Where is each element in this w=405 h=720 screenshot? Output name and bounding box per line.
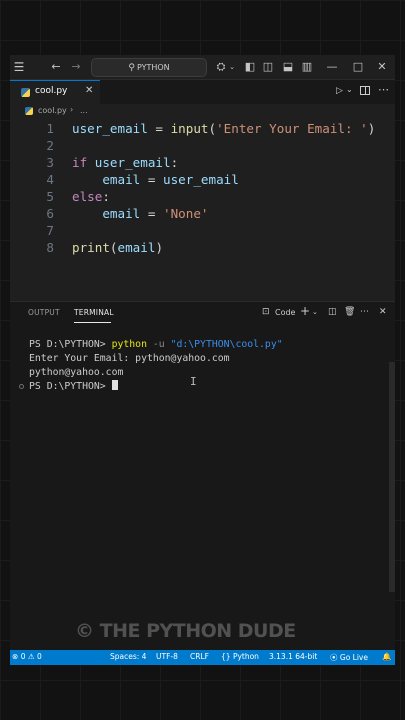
customize-layout-icon[interactable]: ▥ bbox=[301, 59, 313, 75]
indentation-indicator[interactable]: Spaces: 4 bbox=[110, 652, 146, 661]
code-text: print(email) bbox=[72, 240, 164, 255]
language-mode[interactable]: {} Python bbox=[221, 652, 259, 661]
search-icon: ⚲ bbox=[128, 63, 135, 73]
copilot-icon[interactable]: ⛭ bbox=[214, 59, 228, 75]
active-tab-indicator bbox=[74, 322, 111, 323]
tab-terminal[interactable]: TERMINAL bbox=[74, 308, 114, 317]
encoding-indicator[interactable]: UTF-8 bbox=[156, 652, 178, 661]
vscode-window: ☰ ← → ⚲ PYTHON ⛭ ⌄ ◧ ◫ ⬓ ▥ — □ ✕ cool.py … bbox=[10, 55, 395, 665]
breadcrumb-separator: › bbox=[70, 105, 74, 114]
notifications-bell-icon[interactable]: 🔔 bbox=[382, 652, 391, 661]
maximize-icon[interactable]: □ bbox=[352, 59, 364, 75]
editor-tab-bar: cool.py ✕ ▷ ⌄ ⋯ bbox=[10, 80, 395, 104]
code-line[interactable]: 6 email = 'None' bbox=[10, 205, 395, 222]
line-number: 8 bbox=[46, 240, 54, 255]
terminal-shell-icon: ⊡ bbox=[262, 307, 270, 317]
tab-cool-py[interactable]: cool.py ✕ bbox=[10, 80, 100, 104]
code-text: email = user_email bbox=[102, 172, 239, 187]
go-live-button[interactable]: ⦿ Go Live bbox=[330, 652, 368, 663]
forward-arrow-icon[interactable]: → bbox=[70, 59, 82, 75]
code-text: else: bbox=[72, 189, 110, 204]
layout-panel-icon[interactable]: ◫ bbox=[262, 59, 274, 75]
code-line[interactable]: 3 if user_email: bbox=[10, 154, 395, 171]
terminal-line: PS D:\PYTHON> python -u "d:\PYTHON\cool.… bbox=[29, 339, 283, 350]
broadcast-icon: ⦿ bbox=[330, 653, 338, 662]
tab-label: cool.py bbox=[35, 86, 68, 96]
close-icon[interactable]: ✕ bbox=[376, 59, 388, 75]
terminal-cursor bbox=[111, 380, 118, 390]
status-bar: ⊗ 0 ⚠ 0 Spaces: 4 UTF-8 CRLF {} Python 3… bbox=[10, 650, 395, 665]
breadcrumb-symbols[interactable]: ... bbox=[80, 106, 88, 115]
code-line[interactable]: 2 bbox=[10, 137, 395, 154]
command-center-search[interactable]: ⚲ PYTHON bbox=[91, 58, 207, 77]
code-line[interactable]: 5 else: bbox=[10, 188, 395, 205]
watermark-text: © THE PYTHON DUDE bbox=[75, 620, 296, 642]
terminal-line: python@yahoo.com bbox=[29, 367, 124, 378]
minimize-icon[interactable]: — bbox=[326, 59, 338, 75]
layout-sidebar-icon[interactable]: ◧ bbox=[244, 59, 256, 75]
code-line[interactable]: 7 bbox=[10, 222, 395, 239]
line-number: 5 bbox=[46, 189, 54, 204]
split-terminal-icon[interactable]: ◫ bbox=[328, 307, 337, 317]
python-file-icon bbox=[21, 88, 30, 97]
terminal-prompt-line[interactable]: PS D:\PYTHON> bbox=[29, 380, 118, 392]
line-number: 7 bbox=[46, 223, 54, 238]
line-number: 4 bbox=[46, 172, 54, 187]
split-editor-icon[interactable] bbox=[360, 86, 370, 95]
tab-output[interactable]: OUTPUT bbox=[28, 308, 60, 317]
run-icon[interactable]: ▷ bbox=[336, 86, 343, 96]
kill-terminal-icon[interactable]: 🗑 bbox=[344, 307, 355, 317]
error-icon: ⊗ bbox=[12, 652, 19, 661]
terminal-line: Enter Your Email: python@yahoo.com bbox=[29, 353, 230, 364]
breadcrumb-file[interactable]: cool.py bbox=[38, 106, 67, 115]
code-text: user_email = input('Enter Your Email: ') bbox=[72, 121, 376, 136]
code-text: email = 'None' bbox=[102, 206, 209, 221]
more-actions-icon[interactable]: ⋯ bbox=[360, 307, 369, 317]
new-terminal-chevron-icon[interactable]: ⌄ bbox=[312, 308, 318, 316]
bottom-panel: OUTPUT TERMINAL ⊡ Code + ⌄ ◫ 🗑 ⋯ ✕ PS D:… bbox=[10, 301, 395, 651]
problems-indicator[interactable]: ⊗ 0 ⚠ 0 bbox=[12, 652, 42, 661]
code-line[interactable]: 1 user_email = input('Enter Your Email: '… bbox=[10, 120, 395, 137]
terminal-scrollbar[interactable] bbox=[389, 362, 395, 592]
layout-secondary-icon[interactable]: ⬓ bbox=[282, 59, 294, 75]
line-number: 2 bbox=[46, 138, 54, 153]
code-editor[interactable]: 1 user_email = input('Enter Your Email: '… bbox=[10, 119, 395, 301]
python-interpreter[interactable]: 3.13.1 64-bit bbox=[269, 652, 317, 661]
mouse-ibeam-cursor: I bbox=[190, 375, 197, 388]
line-number: 1 bbox=[46, 121, 54, 136]
title-bar: ☰ ← → ⚲ PYTHON ⛭ ⌄ ◧ ◫ ⬓ ▥ — □ ✕ bbox=[10, 55, 395, 80]
eol-indicator[interactable]: CRLF bbox=[190, 652, 209, 661]
python-file-icon bbox=[25, 107, 33, 115]
code-line[interactable]: 8 print(email) bbox=[10, 239, 395, 256]
breadcrumb: cool.py › ... bbox=[10, 104, 395, 119]
tab-close-icon[interactable]: ✕ bbox=[85, 85, 93, 96]
warning-icon: ⚠ bbox=[27, 652, 35, 661]
code-text: if user_email: bbox=[72, 155, 179, 170]
command-decoration-icon[interactable] bbox=[19, 384, 24, 389]
new-terminal-icon[interactable]: + bbox=[300, 304, 310, 318]
back-arrow-icon[interactable]: ← bbox=[50, 59, 62, 75]
line-number: 3 bbox=[46, 155, 54, 170]
line-number: 6 bbox=[46, 206, 54, 221]
more-actions-icon[interactable]: ⋯ bbox=[378, 83, 389, 96]
code-line[interactable]: 4 email = user_email bbox=[10, 171, 395, 188]
terminal-shell-label[interactable]: Code bbox=[275, 308, 295, 317]
menu-icon[interactable]: ☰ bbox=[12, 59, 26, 75]
copilot-chevron-icon[interactable]: ⌄ bbox=[228, 59, 236, 75]
close-panel-icon[interactable]: ✕ bbox=[379, 307, 387, 317]
braces-icon: {} bbox=[221, 652, 231, 661]
run-chevron-icon[interactable]: ⌄ bbox=[346, 85, 353, 94]
